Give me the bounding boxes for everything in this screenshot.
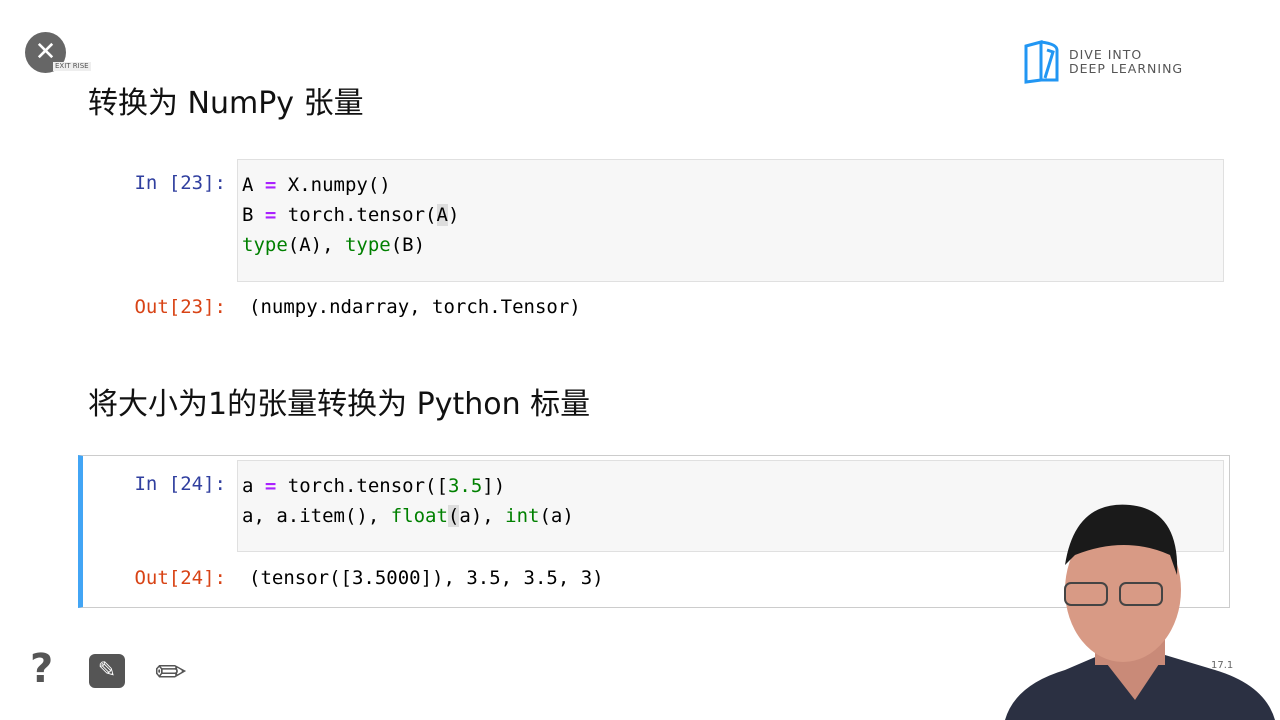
code-token: ]) [482, 475, 506, 497]
code-token: a [242, 475, 265, 497]
pencil-icon: ✏ [155, 650, 187, 694]
code-token: float [390, 505, 448, 527]
logo-line1: DIVE INTO [1069, 47, 1143, 62]
out-prompt: Out[24]: [134, 567, 226, 589]
code-token: 3.5 [447, 475, 483, 497]
code-token: X.numpy() [276, 174, 391, 196]
exit-rise-button[interactable]: ✕ EXIT RISE [25, 32, 91, 73]
code-token: a, a.item(), [242, 505, 391, 527]
code-token: = [264, 475, 277, 497]
code-token: a), [459, 505, 506, 527]
code[interactable]: A = X.numpy() B = torch.tensor(A) type(A),… [238, 160, 1223, 270]
code-token: A [242, 174, 265, 196]
code-token: A [436, 204, 448, 226]
code-line: B = torch.tensor(A) [242, 200, 1219, 230]
code-token: ) [447, 204, 460, 226]
code-token: = [264, 174, 277, 196]
logo-line2: DEEP LEARNING [1069, 61, 1184, 76]
code-cell-input[interactable]: A = X.numpy() B = torch.tensor(A) type(A),… [237, 159, 1224, 282]
code-token: B [242, 204, 265, 226]
edit-cell-button[interactable]: ✎ [89, 654, 125, 688]
code-token: int [505, 505, 540, 527]
d2l-logo: DIVE INTO DEEP LEARNING [1023, 40, 1183, 84]
code-token: (a) [539, 505, 574, 527]
draw-button[interactable]: ✏ [155, 650, 187, 694]
presenter-video [1005, 504, 1275, 720]
code-token: torch.tensor([ [276, 475, 448, 497]
section-heading: 将大小为1的张量转换为 Python 标量 [88, 387, 591, 422]
help-button[interactable]: ? [30, 646, 53, 692]
code-token: (B) [390, 234, 426, 256]
code-token: (A), [287, 234, 345, 256]
code-token: ( [447, 505, 460, 527]
code-token: type [344, 234, 391, 256]
cell-output: (tensor([3.5000]), 3.5, 3.5, 3) [249, 567, 604, 589]
in-prompt: In [24]: [134, 473, 226, 495]
in-prompt: In [23]: [134, 172, 226, 194]
code-line: type(A), type(B) [242, 230, 1219, 260]
exit-rise-label: EXIT RISE [53, 62, 91, 71]
code-token: torch.tensor( [276, 204, 437, 226]
out-prompt: Out[23]: [134, 296, 226, 318]
code-token: type [242, 234, 288, 256]
code-line: A = X.numpy() [242, 170, 1219, 200]
cell-output: (numpy.ndarray, torch.Tensor) [249, 296, 581, 318]
code-token: = [264, 204, 277, 226]
book-logo-icon [1024, 40, 1059, 84]
pencil-square-icon: ✎ [97, 658, 117, 683]
section-heading: 转换为 NumPy 张量 [88, 86, 364, 121]
